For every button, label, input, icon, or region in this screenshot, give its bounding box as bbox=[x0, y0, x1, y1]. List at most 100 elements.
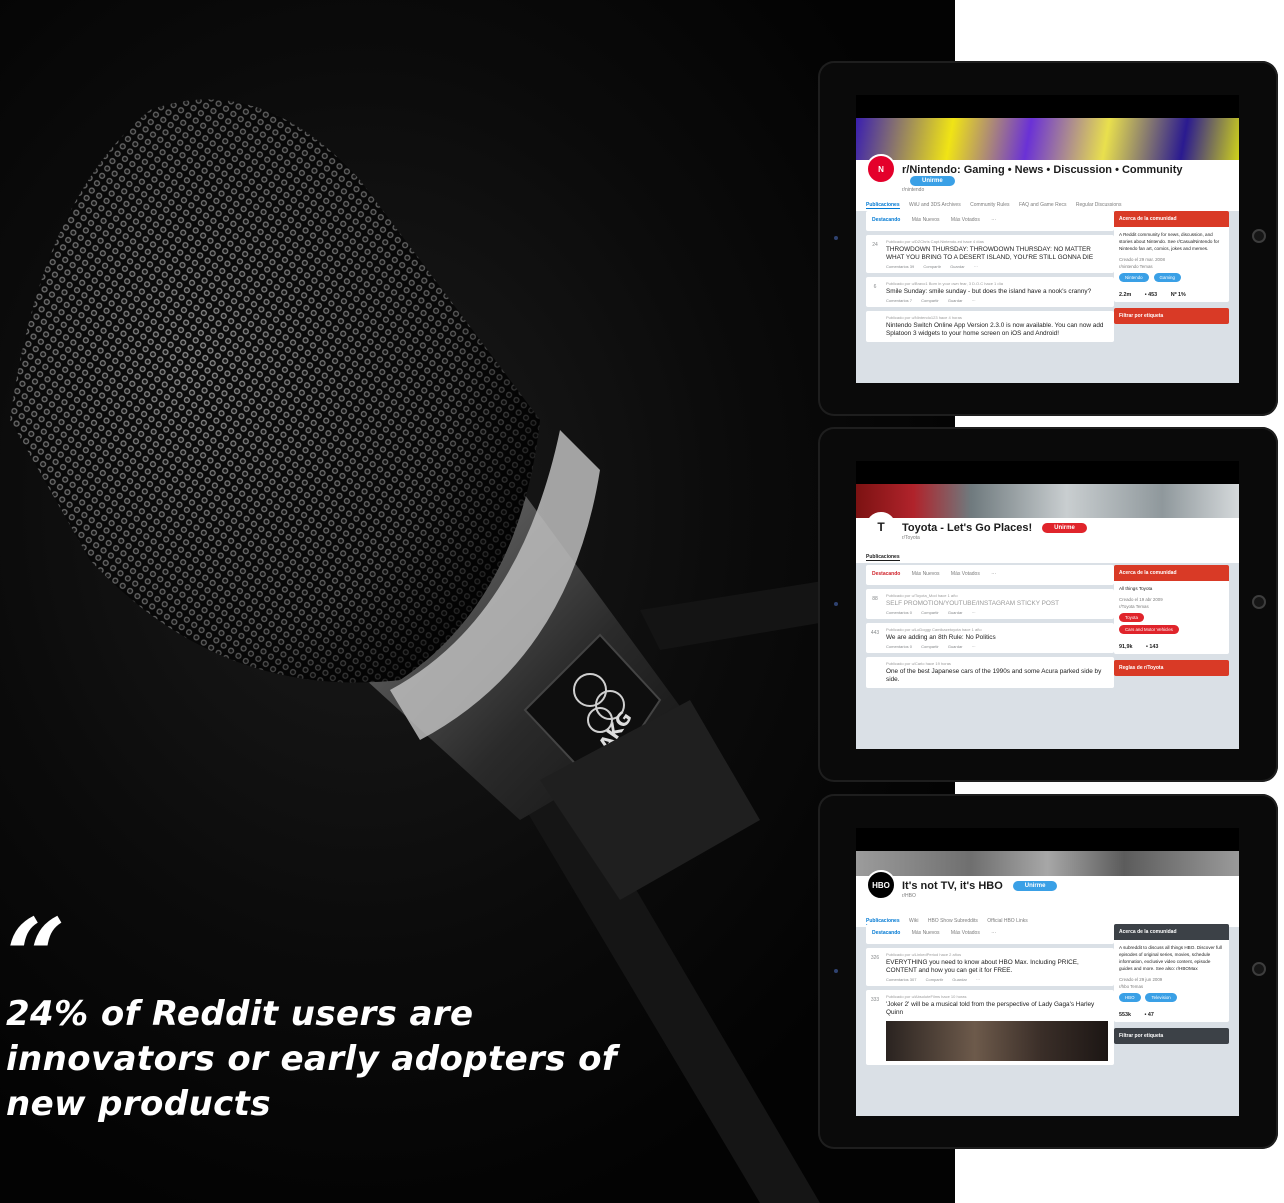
post-title[interactable]: EVERYTHING you need to know about HBO Ma… bbox=[886, 959, 1108, 975]
vote-count[interactable]: 88 bbox=[870, 595, 880, 603]
sort-hot[interactable]: Destacando bbox=[872, 930, 900, 936]
post-card[interactable]: 326 Publicado por u/LinkedPeriod hace 2 … bbox=[866, 948, 1114, 986]
sort-top[interactable]: Más Votados bbox=[951, 217, 980, 223]
post-title[interactable]: SELF PROMOTION/YOUTUBE/INSTAGRAM STICKY … bbox=[886, 600, 1108, 608]
home-button[interactable] bbox=[1252, 595, 1266, 609]
quote-text: 24% of Reddit users are innovators or ea… bbox=[6, 994, 618, 1124]
about-box: Acerca de la comunidad A Reddit communit… bbox=[1114, 211, 1229, 302]
more-button[interactable]: ··· bbox=[974, 264, 978, 269]
members-count: 91,9k bbox=[1119, 644, 1133, 650]
tab-archives[interactable]: WiiU and 3DS Archives bbox=[909, 202, 961, 208]
subreddit-header: N r/Nintendo: Gaming • News • Discussion… bbox=[856, 154, 1239, 202]
sort-hot[interactable]: Destacando bbox=[872, 217, 900, 223]
home-button[interactable] bbox=[1252, 229, 1266, 243]
post-card[interactable]: Publicado por u/Nintendo123 hace 4 horas… bbox=[866, 311, 1114, 342]
more-button[interactable]: ··· bbox=[972, 298, 976, 303]
comments-button[interactable]: Comentarios 39 bbox=[886, 264, 914, 269]
post-feed: Destacando Más Nuevos Más Votados ··· 32… bbox=[866, 924, 1114, 1116]
tab-faq[interactable]: FAQ and Game Recs bbox=[1019, 202, 1067, 208]
flair-link[interactable]: r/hbo Temas bbox=[1114, 983, 1229, 990]
home-button[interactable] bbox=[1252, 962, 1266, 976]
share-button[interactable]: Compartir bbox=[926, 977, 944, 982]
post-thumbnail[interactable] bbox=[886, 1021, 1108, 1061]
about-box: Acerca de la comunidad All things Toyota… bbox=[1114, 565, 1229, 654]
rank-stat: Nº 1% bbox=[1170, 292, 1186, 298]
tab-discussions[interactable]: Regular Discussions bbox=[1076, 202, 1122, 208]
sort-more[interactable]: ··· bbox=[991, 930, 996, 936]
join-button[interactable]: Unirme bbox=[910, 176, 955, 186]
save-button[interactable]: Guardar bbox=[948, 644, 963, 649]
more-button[interactable]: ··· bbox=[972, 610, 976, 615]
topic-chip[interactable]: HBO bbox=[1119, 993, 1141, 1002]
post-card[interactable]: 333 Publicado por u/AbsoluteFilms hace 1… bbox=[866, 990, 1114, 1065]
share-button[interactable]: Compartir bbox=[921, 610, 939, 615]
sort-new[interactable]: Más Nuevos bbox=[912, 217, 940, 223]
post-card[interactable]: 443 Publicado por u/LoDoggy Camikazetoyo… bbox=[866, 623, 1114, 653]
topic-chip[interactable]: Television bbox=[1145, 993, 1177, 1002]
members-count: 553k bbox=[1119, 1012, 1131, 1018]
tab-publicaciones[interactable]: Publicaciones bbox=[866, 202, 900, 209]
filter-header: Filtrar por etiqueta bbox=[1114, 1028, 1229, 1044]
save-button[interactable]: Guardar bbox=[952, 977, 967, 982]
join-button[interactable]: Unirme bbox=[1012, 881, 1058, 891]
comments-button[interactable]: Comentarios 307 bbox=[886, 977, 916, 982]
topic-chips: Toyota Cars and Motor Vehicles bbox=[1114, 610, 1229, 640]
tab-publicaciones[interactable]: Publicaciones bbox=[866, 554, 900, 561]
sort-top[interactable]: Más Votados bbox=[951, 930, 980, 936]
about-text: All things Toyota bbox=[1119, 586, 1153, 591]
more-button[interactable]: ··· bbox=[972, 644, 976, 649]
post-card[interactable]: 88 Publicado por u/Toyota_Mod hace 1 año… bbox=[866, 589, 1114, 619]
top-bar bbox=[856, 95, 1239, 118]
flair-link[interactable]: r/nintendo Temas bbox=[1114, 263, 1229, 270]
post-title[interactable]: 'Joker 2' will be a musical told from th… bbox=[886, 1001, 1108, 1017]
subreddit-handle: r/nintendo bbox=[902, 187, 925, 193]
subreddit-handle: r/HBO bbox=[902, 893, 916, 899]
sort-top[interactable]: Más Votados bbox=[951, 571, 980, 577]
vote-count[interactable]: 443 bbox=[870, 629, 880, 637]
post-title[interactable]: Nintendo Switch Online App Version 2.3.0… bbox=[886, 322, 1108, 338]
online-count: • 47 bbox=[1144, 1012, 1154, 1018]
more-button[interactable]: ··· bbox=[976, 977, 980, 982]
topic-chip[interactable]: Toyota bbox=[1119, 613, 1144, 622]
save-button[interactable]: Guardar bbox=[948, 298, 963, 303]
subreddit-header: HBO It's not TV, it's HBO Unirme r/HBO bbox=[856, 870, 1239, 918]
comments-button[interactable]: Comentarios 0 bbox=[886, 610, 912, 615]
share-button[interactable]: Compartir bbox=[921, 644, 939, 649]
tab-rules[interactable]: Community Rules bbox=[970, 202, 1009, 208]
sort-new[interactable]: Más Nuevos bbox=[912, 571, 940, 577]
share-button[interactable]: Compartir bbox=[923, 264, 941, 269]
post-card[interactable]: 6 Publicado por u/Bravo1 Born in your ow… bbox=[866, 277, 1114, 307]
created-date: Creado el 29 jun 2009 bbox=[1119, 977, 1163, 982]
subreddit-banner bbox=[856, 484, 1239, 518]
tablet-toyota: T Toyota - Let's Go Places! Unirme r/Toy… bbox=[818, 427, 1278, 782]
sort-hot[interactable]: Destacando bbox=[872, 571, 900, 577]
sort-new[interactable]: Más Nuevos bbox=[912, 930, 940, 936]
sort-more[interactable]: ··· bbox=[991, 571, 996, 577]
post-title[interactable]: We are adding an 8th Rule: No Politics bbox=[886, 634, 1108, 642]
post-title[interactable]: One of the best Japanese cars of the 199… bbox=[886, 668, 1108, 684]
community-stats: 553k • 47 bbox=[1114, 1008, 1229, 1022]
comments-button[interactable]: Comentarios 0 bbox=[886, 644, 912, 649]
sort-more[interactable]: ··· bbox=[991, 217, 996, 223]
save-button[interactable]: Guardar bbox=[950, 264, 965, 269]
save-button[interactable]: Guardar bbox=[948, 610, 963, 615]
post-title[interactable]: THROWDOWN THURSDAY: THROWDOWN THURSDAY: … bbox=[886, 246, 1108, 262]
post-title[interactable]: Smile Sunday: smile sunday - but does th… bbox=[886, 288, 1108, 296]
topic-chip[interactable]: Cars and Motor Vehicles bbox=[1119, 625, 1179, 634]
flair-link[interactable]: r/Toyota Temas bbox=[1114, 603, 1229, 610]
vote-count[interactable]: 6 bbox=[870, 283, 880, 291]
post-card[interactable]: 24 Publicado por u/DZChris Capt.Nintendo… bbox=[866, 235, 1114, 273]
post-meta: Publicado por u/Bravo1 Born in your own … bbox=[886, 281, 1003, 286]
vote-count[interactable]: 326 bbox=[870, 954, 880, 962]
vote-count[interactable]: 333 bbox=[870, 996, 880, 1004]
post-card[interactable]: Publicado por u/Carlo hace 19 horas One … bbox=[866, 657, 1114, 688]
microphone-photo: AKG “ 24% of Reddit users are innovators… bbox=[0, 0, 955, 1203]
screen-toyota: T Toyota - Let's Go Places! Unirme r/Toy… bbox=[856, 461, 1239, 749]
share-button[interactable]: Compartir bbox=[921, 298, 939, 303]
comments-button[interactable]: Comentarios 7 bbox=[886, 298, 912, 303]
vote-count[interactable]: 24 bbox=[870, 241, 880, 249]
topic-chip[interactable]: Nintendo bbox=[1119, 273, 1149, 282]
join-button[interactable]: Unirme bbox=[1042, 523, 1087, 533]
community-stats: 91,9k • 143 bbox=[1114, 640, 1229, 654]
topic-chip[interactable]: Gaming bbox=[1153, 273, 1181, 282]
